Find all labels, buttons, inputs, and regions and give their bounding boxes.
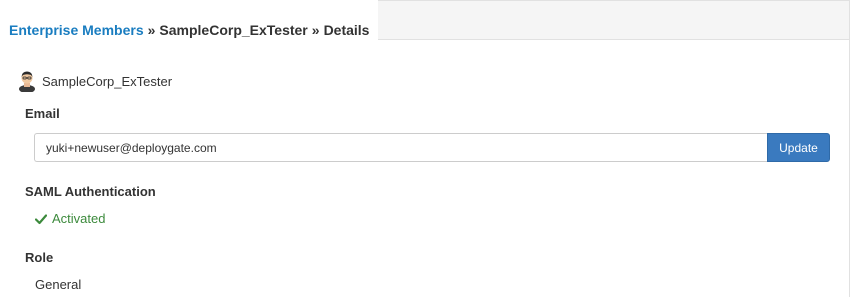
breadcrumb: Enterprise Members» SampleCorp_ExTester» D… — [9, 22, 369, 38]
breadcrumb-separator: » — [311, 22, 320, 38]
role-value: General — [35, 277, 82, 292]
breadcrumb-separator: » — [147, 22, 156, 38]
role-section-title: Role — [25, 250, 54, 265]
member-header: SampleCorp_ExTester — [18, 70, 173, 93]
header-bar — [378, 0, 851, 40]
member-name: SampleCorp_ExTester — [42, 73, 173, 89]
email-input[interactable] — [34, 133, 767, 162]
email-section-title: Email — [25, 106, 60, 121]
breadcrumb-current: Details — [323, 22, 370, 38]
breadcrumb-enterprise-members-link[interactable]: Enterprise Members — [9, 22, 144, 38]
email-form: Update — [34, 133, 830, 162]
check-icon — [35, 213, 47, 224]
saml-section-title: SAML Authentication — [25, 184, 156, 199]
user-avatar-icon — [18, 70, 36, 93]
saml-status: Activated — [35, 211, 105, 226]
update-button[interactable]: Update — [767, 133, 830, 162]
breadcrumb-member: SampleCorp_ExTester — [159, 22, 308, 38]
saml-status-label: Activated — [52, 211, 106, 226]
